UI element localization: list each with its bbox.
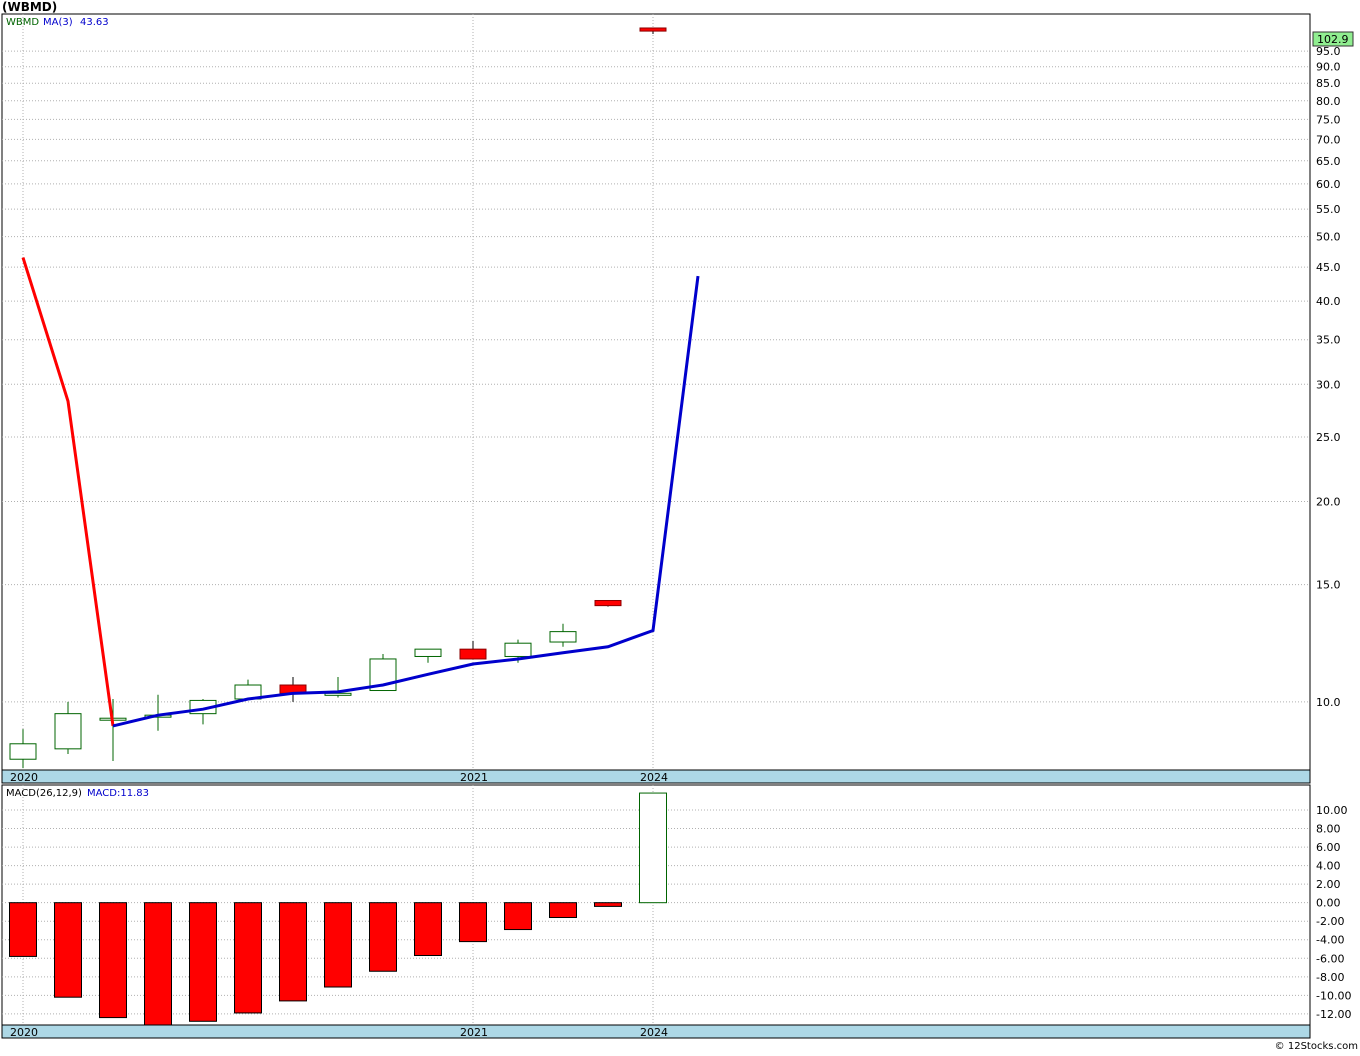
price-panel: 10.0 15.0 20.0 25.0 30.0 35.0 40.0 45.0 50.0 55.0… [1, 13, 1354, 784]
price-tick-label: 45.0 [1316, 261, 1341, 274]
macd-tick-label: -12.00 [1316, 1008, 1351, 1021]
macd-tick-label: 8.00 [1316, 823, 1341, 836]
macd-bar [459, 902, 487, 943]
price-tick-label: 25.0 [1316, 431, 1341, 444]
macd-tick-label: 2.00 [1316, 878, 1341, 891]
macd-bar [594, 902, 622, 907]
legend-symbol: WBMD [6, 17, 39, 28]
price-tick-label: 15.0 [1316, 579, 1341, 592]
macd-bar [144, 902, 172, 1026]
price-tick-label: 20.0 [1316, 495, 1341, 508]
macd-date-label: 2021 [460, 1026, 488, 1039]
macd-bar [369, 902, 397, 972]
candle-body [549, 631, 577, 643]
price-tick-label: 95.0 [1316, 45, 1341, 58]
price-tick-label: 35.0 [1316, 334, 1341, 347]
macd-tick-label: 6.00 [1316, 841, 1341, 854]
macd-tick-label: -8.00 [1316, 971, 1344, 984]
macd-tick-label: -10.00 [1316, 989, 1351, 1002]
price-tick-label: 60.0 [1316, 178, 1341, 191]
macd-bar [639, 792, 667, 904]
last-price-label: 102.9 [1317, 33, 1349, 46]
price-tick-label: 30.0 [1316, 378, 1341, 391]
macd-legend-value: MACD:11.83 [87, 788, 149, 799]
macd-bar [234, 902, 262, 1014]
candle-body [54, 713, 82, 750]
price-tick-label: 90.0 [1316, 61, 1341, 74]
price-tick-label: 75.0 [1316, 113, 1341, 126]
legend-ma-label: MA(3) [43, 17, 73, 28]
macd-bar [279, 902, 307, 1002]
macd-panel: -12.00 -10.00 -8.00 -6.00 -4.00 -2.00 0.00 2.00… [1, 784, 1351, 1039]
macd-bar [9, 902, 37, 957]
price-date-label: 2021 [460, 771, 488, 784]
macd-tick-label: 0.00 [1316, 897, 1341, 910]
candle-body [639, 27, 667, 32]
price-tick-label: 70.0 [1316, 133, 1341, 146]
price-tick-label: 85.0 [1316, 77, 1341, 90]
macd-bar [414, 902, 442, 957]
macd-bar [324, 902, 352, 988]
legend-ma-value: 43.63 [80, 17, 109, 28]
macd-date-label: 2024 [640, 1026, 668, 1039]
macd-date-label: 2020 [10, 1026, 38, 1039]
macd-tick-label: -4.00 [1316, 934, 1344, 947]
macd-bar [54, 902, 82, 998]
credit-text: © 12Stocks.com [1274, 1041, 1358, 1052]
price-tick-label: 40.0 [1316, 295, 1341, 308]
price-tick-label: 50.0 [1316, 231, 1341, 244]
chart-canvas: 10.0 15.0 20.0 25.0 30.0 35.0 40.0 45.0 50.0 55.0… [1, 13, 1354, 1039]
price-date-label: 2024 [640, 771, 668, 784]
price-tick-label: 55.0 [1316, 203, 1341, 216]
price-tick-label: 65.0 [1316, 155, 1341, 168]
macd-tick-label: 10.00 [1316, 804, 1348, 817]
macd-bar [549, 902, 577, 919]
macd-bar [189, 902, 217, 1022]
candle-body [459, 648, 487, 660]
price-tick-label: 80.0 [1316, 95, 1341, 108]
macd-bar [99, 902, 127, 1019]
macd-tick-label: -2.00 [1316, 915, 1344, 928]
candle-body [414, 648, 442, 657]
candle-body [504, 642, 532, 657]
candle-body [9, 743, 37, 760]
candle-body [594, 599, 622, 607]
macd-tick-label: 4.00 [1316, 860, 1341, 873]
macd-legend-label: MACD(26,12,9) [6, 788, 82, 799]
price-tick-label: 10.0 [1316, 696, 1341, 709]
macd-tick-label: -6.00 [1316, 952, 1344, 965]
price-plot-frame [1, 13, 1311, 771]
price-date-label: 2020 [10, 771, 38, 784]
macd-bar [504, 902, 532, 931]
